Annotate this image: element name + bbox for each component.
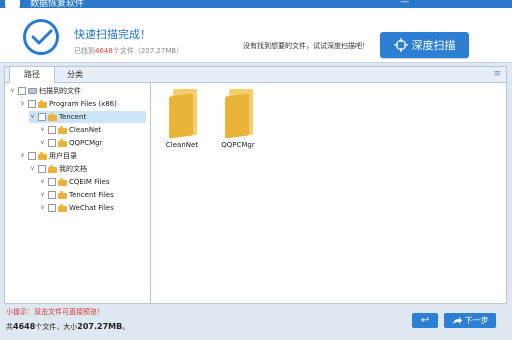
tree-node-my-documents[interactable]: ∨ 我的文档 [29,163,87,175]
next-step-label: 下一步 [464,316,489,325]
tab-path[interactable]: 路径 [9,67,55,83]
folder-icon [48,165,57,173]
file-item-cleannet[interactable]: CleanNet [157,89,207,149]
back-arrow-icon: ↩ [420,315,430,326]
checkbox[interactable] [48,204,56,212]
collapse-toggle-icon[interactable]: ∨ [39,137,46,149]
tree-node-cqeim-files[interactable]: ∨ CQEIM Files [39,176,110,188]
scan-status-summary: 已找到4648个文件（207.27MB） [74,47,184,55]
folder-icon [58,139,67,147]
collapse-toggle-icon[interactable]: ∨ [19,98,26,110]
tree-node-qqpcmgr[interactable]: ∨ QQPCMgr [39,137,103,149]
total-count: 4648 [13,322,36,331]
tip-text: 小提示：双击文件可直接预览！ [6,308,104,316]
deep-scan-label: 深度扫描 [411,39,456,52]
tree-node-user-dir[interactable]: ∨ 用户目录 [19,150,77,162]
folder-icon [38,152,47,160]
total-size: 207.27MB [77,322,123,331]
file-item-qqpcmgr[interactable]: QQPCMgr [213,89,263,149]
checkbox[interactable] [38,165,46,173]
back-button[interactable]: ↩ [412,313,438,328]
deep-scan-button[interactable]: 深度扫描 [380,32,469,58]
tree-node-program-files[interactable]: ∨ Program Files (x86) [19,98,117,110]
next-step-button[interactable]: 下一步 [444,313,496,328]
checkbox[interactable] [48,126,56,134]
checkbox[interactable] [48,191,56,199]
collapse-toggle-icon[interactable]: ∨ [19,150,26,162]
results-panel: 路径 分类 ≡ ∨ 扫描到的文件 ∨ Program Files (x86) ∨ Te… [4,66,507,304]
minimize-button[interactable]: — [400,0,410,7]
check-icon [23,19,59,55]
folder-icon [221,89,255,139]
folder-icon [38,100,47,108]
crosshair-icon [393,38,408,52]
file-name: QQPCMgr [221,141,255,149]
collapse-toggle-icon[interactable]: ∨ [39,124,46,136]
found-count: 4648 [95,47,113,55]
collapse-toggle-icon[interactable]: ∨ [39,176,46,188]
collapse-toggle-icon[interactable]: ∨ [39,189,46,201]
checkbox[interactable] [18,87,26,95]
file-name: CleanNet [165,141,199,149]
tree-node-tencent[interactable]: ∨ Tencent [29,111,146,123]
folder-icon [58,191,67,199]
tab-category[interactable]: 分类 [55,67,95,82]
folder-tree: ∨ 扫描到的文件 ∨ Program Files (x86) ∨ Tencent ∨ C… [5,83,151,303]
checkbox[interactable] [38,113,46,121]
tree-node-scanned[interactable]: ∨ 扫描到的文件 [9,85,81,97]
total-summary: 共4648个文件，大小207.27MB。 [6,322,130,331]
checkbox[interactable] [28,100,36,108]
folder-icon [165,89,199,139]
checkbox[interactable] [48,178,56,186]
tree-node-wechat-files[interactable]: ∨ WeChat Files [39,202,114,214]
share-arrow-icon [452,317,462,324]
drive-icon [28,88,37,94]
scan-header: 快速扫描完成！ 已找到4648个文件（207.27MB） 没有找到想要的文件，试… [0,8,512,63]
collapse-toggle-icon[interactable]: ∨ [39,202,46,214]
collapse-toggle-icon[interactable]: ∨ [29,111,36,123]
tree-node-tencent-files[interactable]: ∨ Tencent Files [39,189,114,201]
checkbox[interactable] [28,152,36,160]
checkbox[interactable] [48,139,56,147]
folder-icon [48,113,57,121]
title-bar: 数据恢复软件 — [0,0,512,9]
tree-node-cleannet[interactable]: ∨ CleanNet [39,124,101,136]
scan-status-title: 快速扫描完成！ [74,28,151,41]
app-logo-icon [5,0,20,8]
collapse-toggle-icon[interactable]: ∨ [9,85,16,97]
menu-icon[interactable]: ≡ [493,70,501,79]
deep-scan-hint: 没有找到想要的文件，试试深度扫描吧！ [243,42,369,50]
folder-icon [58,178,67,186]
file-view: CleanNet QQPCMgr [151,83,506,303]
view-tabs: 路径 分类 ≡ [5,67,506,83]
folder-icon [58,204,67,212]
collapse-toggle-icon[interactable]: ∨ [29,163,36,175]
folder-icon [58,126,67,134]
